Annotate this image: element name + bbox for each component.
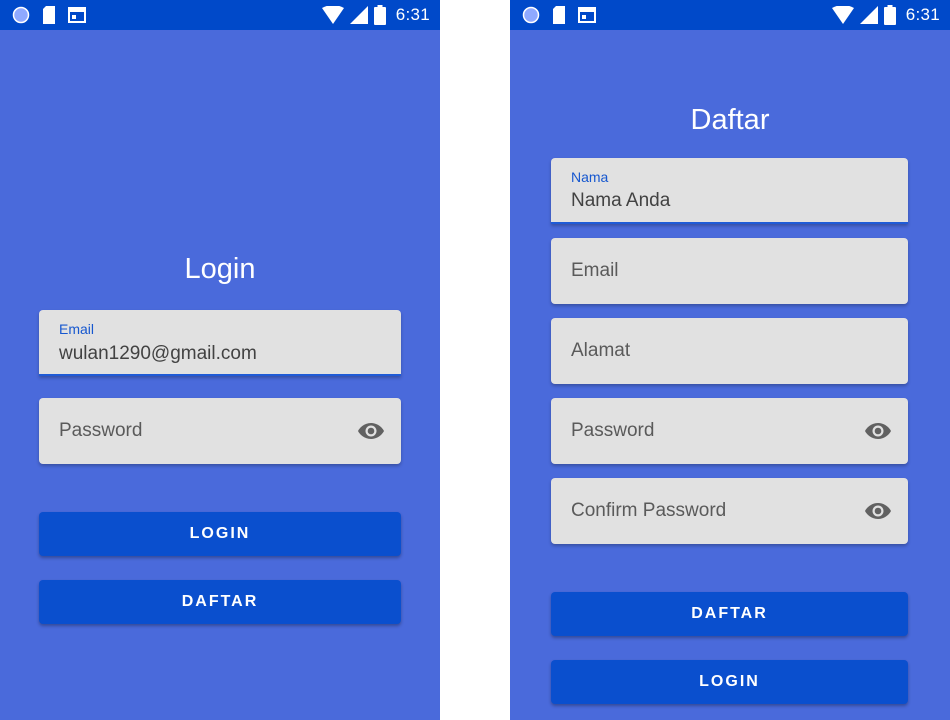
circle-icon xyxy=(12,6,30,24)
password-field[interactable]: Password xyxy=(39,398,401,464)
status-time: 6:31 xyxy=(905,5,940,24)
login-screen: 6:31 Login Email wulan1290@gmail.com Pas… xyxy=(0,0,440,720)
password-field-placeholder: Password xyxy=(59,420,143,441)
battery-icon xyxy=(373,5,386,25)
login-button[interactable]: LOGIN xyxy=(551,660,908,704)
battery-icon xyxy=(883,5,896,25)
confirm-password-field[interactable]: Confirm Password xyxy=(551,478,908,544)
eye-icon[interactable] xyxy=(357,419,385,443)
wifi-icon xyxy=(831,6,854,24)
calendar-icon xyxy=(578,7,596,23)
name-field-label: Nama xyxy=(571,169,609,185)
calendar-icon xyxy=(68,7,86,23)
eye-icon[interactable] xyxy=(864,499,892,523)
eye-icon[interactable] xyxy=(864,419,892,443)
register-button[interactable]: DAFTAR xyxy=(39,580,401,624)
name-field[interactable]: Nama Nama Anda xyxy=(551,158,908,224)
email-field-value: wulan1290@gmail.com xyxy=(59,343,257,364)
email-field-placeholder: Email xyxy=(571,260,619,281)
register-screen: 6:31 Daftar Nama Nama Anda Email Alamat … xyxy=(510,0,950,720)
page-title: Daftar xyxy=(690,104,770,136)
status-bar: 6:31 xyxy=(0,0,440,30)
register-button[interactable]: DAFTAR xyxy=(551,592,908,636)
email-field[interactable]: Email wulan1290@gmail.com xyxy=(39,310,401,376)
sd-card-icon xyxy=(43,6,55,24)
name-field-value: Nama Anda xyxy=(571,190,671,211)
email-field[interactable]: Email xyxy=(551,238,908,304)
login-button[interactable]: LOGIN xyxy=(39,512,401,556)
status-time: 6:31 xyxy=(395,5,430,24)
address-field[interactable]: Alamat xyxy=(551,318,908,384)
status-bar: 6:31 xyxy=(510,0,950,30)
confirm-password-field-placeholder: Confirm Password xyxy=(571,500,727,521)
password-field[interactable]: Password xyxy=(551,398,908,464)
wifi-icon xyxy=(321,6,344,24)
password-field-placeholder: Password xyxy=(571,420,655,441)
page-title: Login xyxy=(184,253,256,285)
sd-card-icon xyxy=(553,6,565,24)
email-field-label: Email xyxy=(59,321,95,337)
address-field-placeholder: Alamat xyxy=(571,340,631,361)
signal-icon xyxy=(859,6,878,24)
circle-icon xyxy=(522,6,540,24)
signal-icon xyxy=(349,6,368,24)
